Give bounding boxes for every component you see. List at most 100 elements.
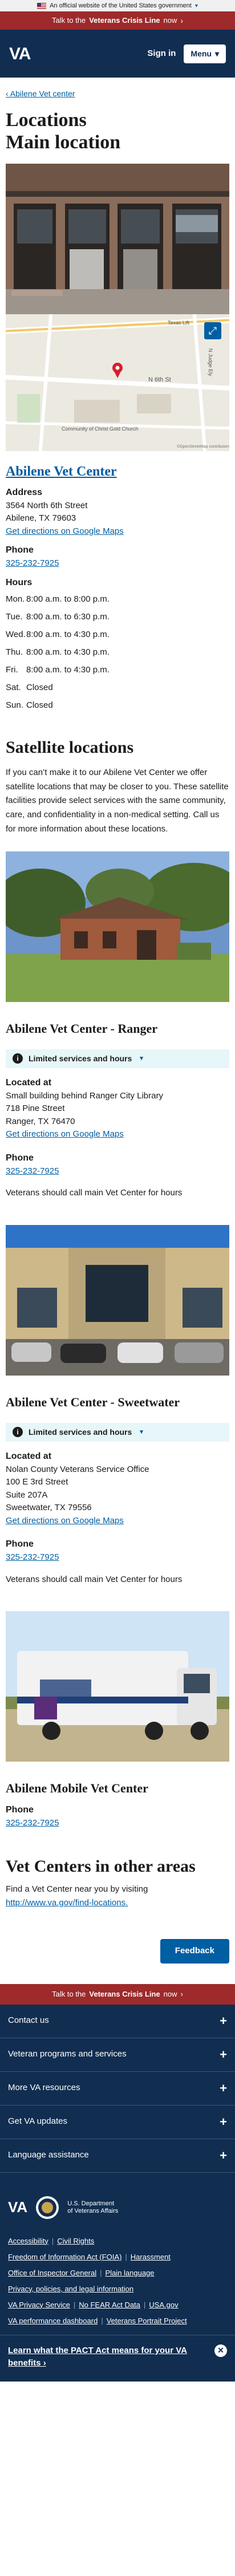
close-icon[interactable]: ✕ bbox=[214, 2344, 227, 2357]
hours-day: Mon. bbox=[6, 594, 25, 605]
phone-link[interactable]: 325-232-7925 bbox=[6, 1166, 59, 1176]
limited-hours-alert[interactable]: i Limited services and hours ▾ bbox=[6, 1422, 229, 1442]
phone-link[interactable]: 325-232-7925 bbox=[6, 1552, 59, 1562]
crisis-prefix: Talk to the bbox=[51, 16, 86, 25]
gov-banner-text: An official website of the United States… bbox=[50, 2, 192, 9]
crisis-prefix: Talk to the bbox=[52, 1989, 86, 1998]
phone-label: Phone bbox=[6, 545, 34, 555]
footer-accordion-contact-us[interactable]: Contact us + bbox=[0, 2005, 235, 2038]
footer-link[interactable]: USA.gov bbox=[149, 2301, 178, 2309]
va-seal-text: U.S. Department of Veterans Affairs bbox=[67, 2200, 118, 2215]
va-footer-logo[interactable]: VA bbox=[8, 2196, 27, 2218]
crisis-suffix: now bbox=[163, 1989, 177, 1998]
seal-line: U.S. Department bbox=[67, 2200, 115, 2207]
phone-link[interactable]: 325-232-7925 bbox=[6, 558, 59, 568]
ranger-photo bbox=[6, 851, 229, 1002]
footer-link[interactable]: Privacy, policies, and legal information bbox=[8, 2285, 133, 2293]
plus-icon: + bbox=[220, 2115, 227, 2129]
address-label: Address bbox=[6, 487, 43, 497]
menu-button[interactable]: Menu ▾ bbox=[184, 44, 226, 63]
located-line: Nolan County Veterans Service Office bbox=[6, 1464, 149, 1474]
site-footer: Contact us + Veteran programs and service… bbox=[0, 2004, 235, 2382]
footer-link[interactable]: VA Privacy Service bbox=[8, 2301, 70, 2309]
hours-time: 8:00 a.m. to 8:00 p.m. bbox=[26, 594, 110, 605]
located-label: Located at bbox=[6, 1077, 52, 1088]
footer-link[interactable]: Veterans Portrait Project bbox=[107, 2317, 187, 2325]
footer-link[interactable]: Freedom of Information Act (FOIA) bbox=[8, 2253, 121, 2261]
directions-link[interactable]: Get directions on Google Maps bbox=[6, 526, 124, 536]
located-line: Ranger, TX 76470 bbox=[6, 1116, 75, 1126]
directions-link[interactable]: Get directions on Google Maps bbox=[6, 1516, 124, 1526]
footer-accordion-language-assistance[interactable]: Language assistance + bbox=[0, 2139, 235, 2173]
gov-banner[interactable]: An official website of the United States… bbox=[0, 0, 235, 11]
footer-link[interactable]: No FEAR Act Data bbox=[79, 2301, 140, 2309]
footer-link[interactable]: Harassment bbox=[131, 2253, 171, 2261]
hours-time: Closed bbox=[26, 683, 53, 693]
arrow-right-icon: › bbox=[180, 1989, 183, 1998]
footer-link[interactable]: Civil Rights bbox=[57, 2237, 94, 2245]
mobile-center-name: Abilene Mobile Vet Center bbox=[6, 1781, 148, 1796]
crisis-suffix: now bbox=[163, 16, 177, 25]
main-content: ‹ Abilene Vet center Locations Main loca… bbox=[0, 78, 235, 1981]
map-street-label: N 6th St bbox=[148, 376, 171, 383]
us-flag-icon bbox=[37, 2, 47, 9]
find-locations-link[interactable]: http://www.va.gov/find-locations. bbox=[6, 1898, 128, 1908]
footer-links: Accessibility | Civil Rights Freedom of In… bbox=[8, 2236, 187, 2325]
hours-list: Mon. 8:00 a.m. to 8:00 p.m. Tue. 8:00 a.m.… bbox=[6, 591, 229, 715]
footer-link[interactable]: Plain language bbox=[106, 2269, 155, 2277]
footer-link[interactable]: VA performance dashboard bbox=[8, 2317, 98, 2325]
breadcrumb-link[interactable]: ‹ Abilene Vet center bbox=[6, 89, 75, 98]
location-map[interactable]: N 6th St Community of Christ Gold Church… bbox=[6, 314, 229, 452]
pact-act-text: Learn what the PACT Act means for your V… bbox=[8, 2345, 187, 2368]
map-place-label: Community of Christ Gold Church bbox=[62, 426, 139, 432]
crisis-line-bar[interactable]: Talk to the Veterans Crisis Line now › bbox=[0, 11, 235, 30]
limited-hours-alert[interactable]: i Limited services and hours ▾ bbox=[6, 1049, 229, 1068]
hours-row: Sun. Closed bbox=[6, 697, 229, 715]
info-icon: i bbox=[13, 1053, 23, 1064]
menu-label: Menu bbox=[191, 48, 212, 58]
located-line: 718 Pine Street bbox=[6, 1104, 65, 1114]
ranger-name: Abilene Vet Center - Ranger bbox=[6, 1021, 157, 1036]
hours-label: Hours bbox=[6, 577, 33, 587]
footer-logo-row: VA U.S. Department of Veterans Affairs bbox=[0, 2173, 235, 2233]
sign-in-link[interactable]: Sign in bbox=[147, 47, 176, 60]
alert-text: Limited services and hours bbox=[29, 1053, 132, 1063]
footer-link[interactable]: Accessibility bbox=[8, 2237, 48, 2245]
located-label: Located at bbox=[6, 1451, 52, 1461]
hours-day: Fri. bbox=[6, 665, 18, 675]
footer-accordion-va-resources[interactable]: More VA resources + bbox=[0, 2072, 235, 2106]
hours-time: 8:00 a.m. to 4:30 p.m. bbox=[26, 630, 110, 640]
va-logo[interactable]: VA bbox=[9, 41, 31, 67]
main-location-name[interactable]: Abilene Vet Center bbox=[6, 464, 117, 479]
info-icon: i bbox=[13, 1427, 23, 1438]
footer-accordion-va-updates[interactable]: Get VA updates + bbox=[0, 2106, 235, 2139]
hours-day: Wed. bbox=[6, 630, 26, 640]
accordion-label: More VA resources bbox=[8, 2083, 80, 2093]
sweetwater-name: Abilene Vet Center - Sweetwater bbox=[6, 1394, 180, 1409]
phone-link[interactable]: 325-232-7925 bbox=[6, 1818, 59, 1828]
chevron-down-icon: ▾ bbox=[195, 2, 198, 9]
accordion-label: Veteran programs and services bbox=[8, 2049, 127, 2059]
crisis-link[interactable]: Veterans Crisis Line bbox=[89, 15, 160, 26]
mobile-vet-center-photo bbox=[6, 1611, 229, 1762]
arrow-right-icon: › bbox=[43, 2358, 46, 2368]
expand-map-icon[interactable]: ⤢ bbox=[204, 322, 221, 340]
other-areas-heading: Vet Centers in other areas bbox=[6, 1856, 196, 1876]
other-areas-prefix: Find a Vet Center near you by visiting bbox=[6, 1884, 148, 1894]
footer-crisis-line-bar[interactable]: Talk to the Veterans Crisis Line now › bbox=[0, 1983, 235, 2005]
phone-label: Phone bbox=[6, 1539, 34, 1549]
pact-act-link[interactable]: Learn what the PACT Act means for your V… bbox=[8, 2346, 187, 2368]
hours-time: Closed bbox=[26, 700, 53, 711]
hours-day: Sat. bbox=[6, 683, 21, 693]
feedback-button[interactable]: Feedback bbox=[160, 1939, 229, 1964]
phone-label: Phone bbox=[6, 1153, 34, 1163]
crisis-link[interactable]: Veterans Crisis Line bbox=[89, 1989, 160, 2000]
footer-accordion-veteran-programs[interactable]: Veteran programs and services + bbox=[0, 2038, 235, 2072]
map-side-label: N Judge Ely bbox=[208, 348, 213, 376]
directions-link[interactable]: Get directions on Google Maps bbox=[6, 1129, 124, 1139]
located-line: 100 E 3rd Street bbox=[6, 1477, 68, 1487]
seal-line: of Veterans Affairs bbox=[67, 2207, 119, 2214]
hours-time: 8:00 a.m. to 4:30 p.m. bbox=[26, 647, 110, 658]
pact-act-banner: Learn what the PACT Act means for your V… bbox=[0, 2334, 235, 2382]
footer-link[interactable]: Office of Inspector General bbox=[8, 2269, 96, 2277]
